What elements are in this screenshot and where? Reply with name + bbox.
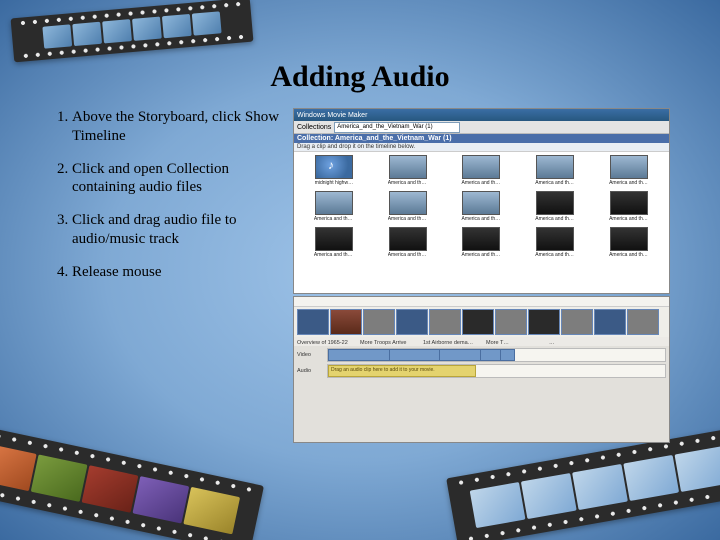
tl-menubar	[294, 297, 669, 307]
moviemaker-collection-screenshot: Windows Movie Maker Collections America_…	[293, 108, 670, 294]
steps-list: Above the Storyboard, click Show Timelin…	[50, 108, 285, 443]
tl-storyboard-clip[interactable]	[561, 309, 593, 335]
tl-audio-label: Audio	[297, 368, 327, 374]
mm-thumb-audio[interactable]: midnight highw…	[299, 155, 369, 189]
mm-collection-sub: Drag a clip and drop it on the timeline …	[294, 143, 669, 152]
step-4: Release mouse	[72, 263, 285, 282]
tl-storyboard-clip[interactable]	[396, 309, 428, 335]
tl-storyboard-clip[interactable]	[594, 309, 626, 335]
tl-storyboard-clip[interactable]	[363, 309, 395, 335]
tl-audio-placeholder[interactable]: Drag an audio clip here to add it to you…	[328, 365, 476, 377]
tl-audio-lane[interactable]: Drag an audio clip here to add it to you…	[327, 364, 666, 378]
tl-storyboard-clip[interactable]	[462, 309, 494, 335]
music-icon	[315, 155, 353, 179]
tl-storyboard-clip[interactable]	[429, 309, 461, 335]
mm-thumb[interactable]: America and the Vietna…	[520, 227, 590, 261]
mm-thumb[interactable]: America and the Vietna…	[520, 191, 590, 225]
tl-storyboard-clip[interactable]	[528, 309, 560, 335]
mm-thumb[interactable]: America and the Vietna…	[594, 191, 664, 225]
mm-thumb[interactable]: America and the Vietna…	[447, 191, 517, 225]
mm-collection-title: Collection: America_and_the_Vietnam_War …	[294, 134, 669, 143]
mm-collection-combo[interactable]: America_and_the_Vietnam_War (1)	[334, 122, 460, 133]
mm-thumb[interactable]: America and the Vietna…	[594, 155, 664, 189]
tl-storyboard-clip[interactable]	[297, 309, 329, 335]
slide-title: Adding Audio	[50, 60, 670, 94]
mm-thumb[interactable]: America and the Vietna…	[373, 155, 443, 189]
step-3: Click and drag audio file to audio/music…	[72, 211, 285, 249]
mm-thumb[interactable]: America and the Vietna…	[299, 227, 369, 261]
mm-titlebar: Windows Movie Maker	[294, 109, 669, 121]
moviemaker-timeline-screenshot: Overview of 1965-22 More Troops Arrive 1…	[293, 296, 670, 443]
mm-thumb[interactable]: America and the Vietna…	[520, 155, 590, 189]
mm-thumbnails-grid: midnight highw… America and the Vietna… …	[294, 152, 669, 293]
mm-thumb[interactable]: America and the Vietna…	[447, 227, 517, 261]
tl-storyboard-clip[interactable]	[627, 309, 659, 335]
step-1: Above the Storyboard, click Show Timelin…	[72, 108, 285, 146]
mm-thumb[interactable]: America and the Vietna…	[594, 227, 664, 261]
mm-thumb[interactable]: America and the Vietna…	[299, 191, 369, 225]
tl-storyboard-row	[294, 307, 669, 337]
tl-video-lane[interactable]	[327, 348, 666, 362]
mm-thumb[interactable]: America and the Vietna…	[373, 227, 443, 261]
mm-toolbar-label: Collections	[297, 124, 331, 131]
tl-storyboard-clip[interactable]	[495, 309, 527, 335]
mm-thumb[interactable]: America and the Vietna…	[373, 191, 443, 225]
filmstrip-decoration-top	[11, 0, 254, 62]
step-2: Click and open Collection containing aud…	[72, 160, 285, 198]
tl-storyboard-clip[interactable]	[330, 309, 362, 335]
tl-video-label: Video	[297, 352, 327, 358]
mm-thumb[interactable]: America and the Vietna…	[447, 155, 517, 189]
